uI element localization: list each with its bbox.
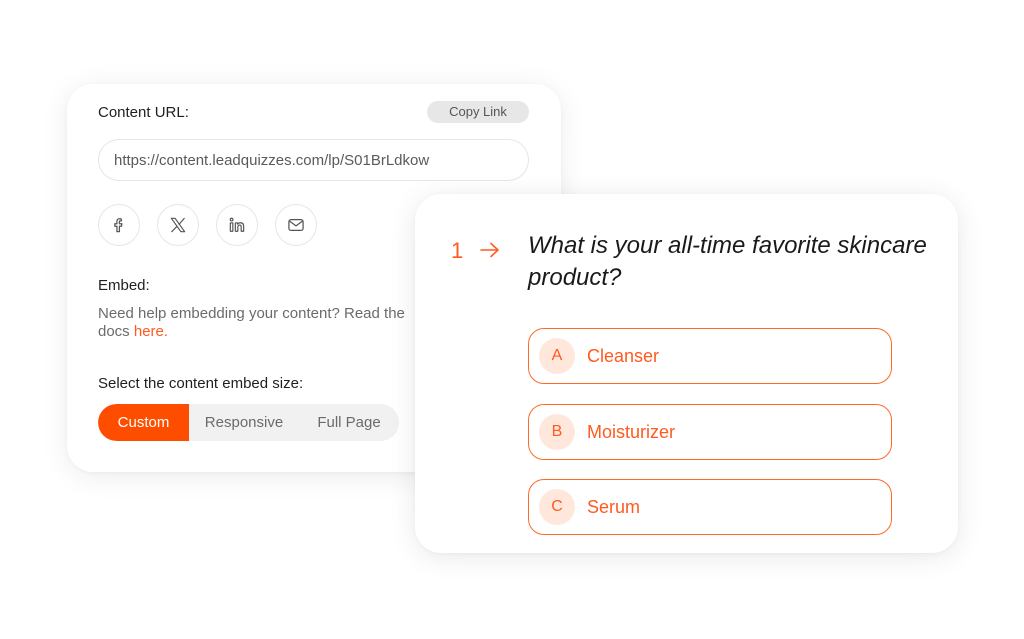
embed-size-label: Select the content embed size:: [98, 375, 304, 392]
email-share-button[interactable]: [275, 204, 317, 246]
embed-help-text: Need help embedding your content? Read t…: [98, 305, 408, 341]
answer-label: Serum: [587, 496, 641, 517]
answer-option-c[interactable]: C Serum: [528, 479, 892, 535]
quiz-question-card: 1 What is your all-time favorite skincar…: [415, 194, 958, 553]
x-twitter-icon: [170, 217, 186, 233]
answer-label: Cleanser: [587, 345, 660, 366]
email-icon: [288, 218, 304, 232]
answer-option-b[interactable]: B Moisturizer: [528, 404, 892, 460]
content-url-label: Content URL:: [98, 104, 189, 121]
answer-key-badge: A: [539, 338, 575, 374]
linkedin-share-button[interactable]: [216, 204, 258, 246]
answer-key-badge: C: [539, 489, 575, 525]
facebook-icon: [114, 218, 123, 233]
social-share-row: [98, 204, 317, 246]
size-option-custom[interactable]: Custom: [98, 404, 189, 441]
answer-option-a[interactable]: A Cleanser: [528, 328, 892, 384]
arrow-right-icon: [480, 242, 499, 258]
stage: Content URL: Copy Link https://content.l…: [0, 0, 1024, 639]
linkedin-icon: [229, 217, 245, 232]
copy-link-button[interactable]: Copy Link: [427, 101, 529, 123]
answer-key-badge: B: [539, 414, 575, 450]
question-number: 1: [451, 238, 464, 263]
facebook-share-button[interactable]: [98, 204, 140, 246]
answer-label: Moisturizer: [587, 421, 676, 442]
size-option-full-page[interactable]: Full Page: [299, 404, 399, 441]
size-option-responsive[interactable]: Responsive: [189, 404, 299, 441]
question-text: What is your all-time favorite skincare …: [528, 232, 927, 291]
embed-heading: Embed:: [98, 277, 150, 294]
embed-size-toggle: Custom Responsive Full Page: [98, 404, 399, 441]
embed-docs-link[interactable]: here.: [134, 323, 168, 340]
content-url-input[interactable]: [98, 139, 529, 181]
x-share-button[interactable]: [157, 204, 199, 246]
